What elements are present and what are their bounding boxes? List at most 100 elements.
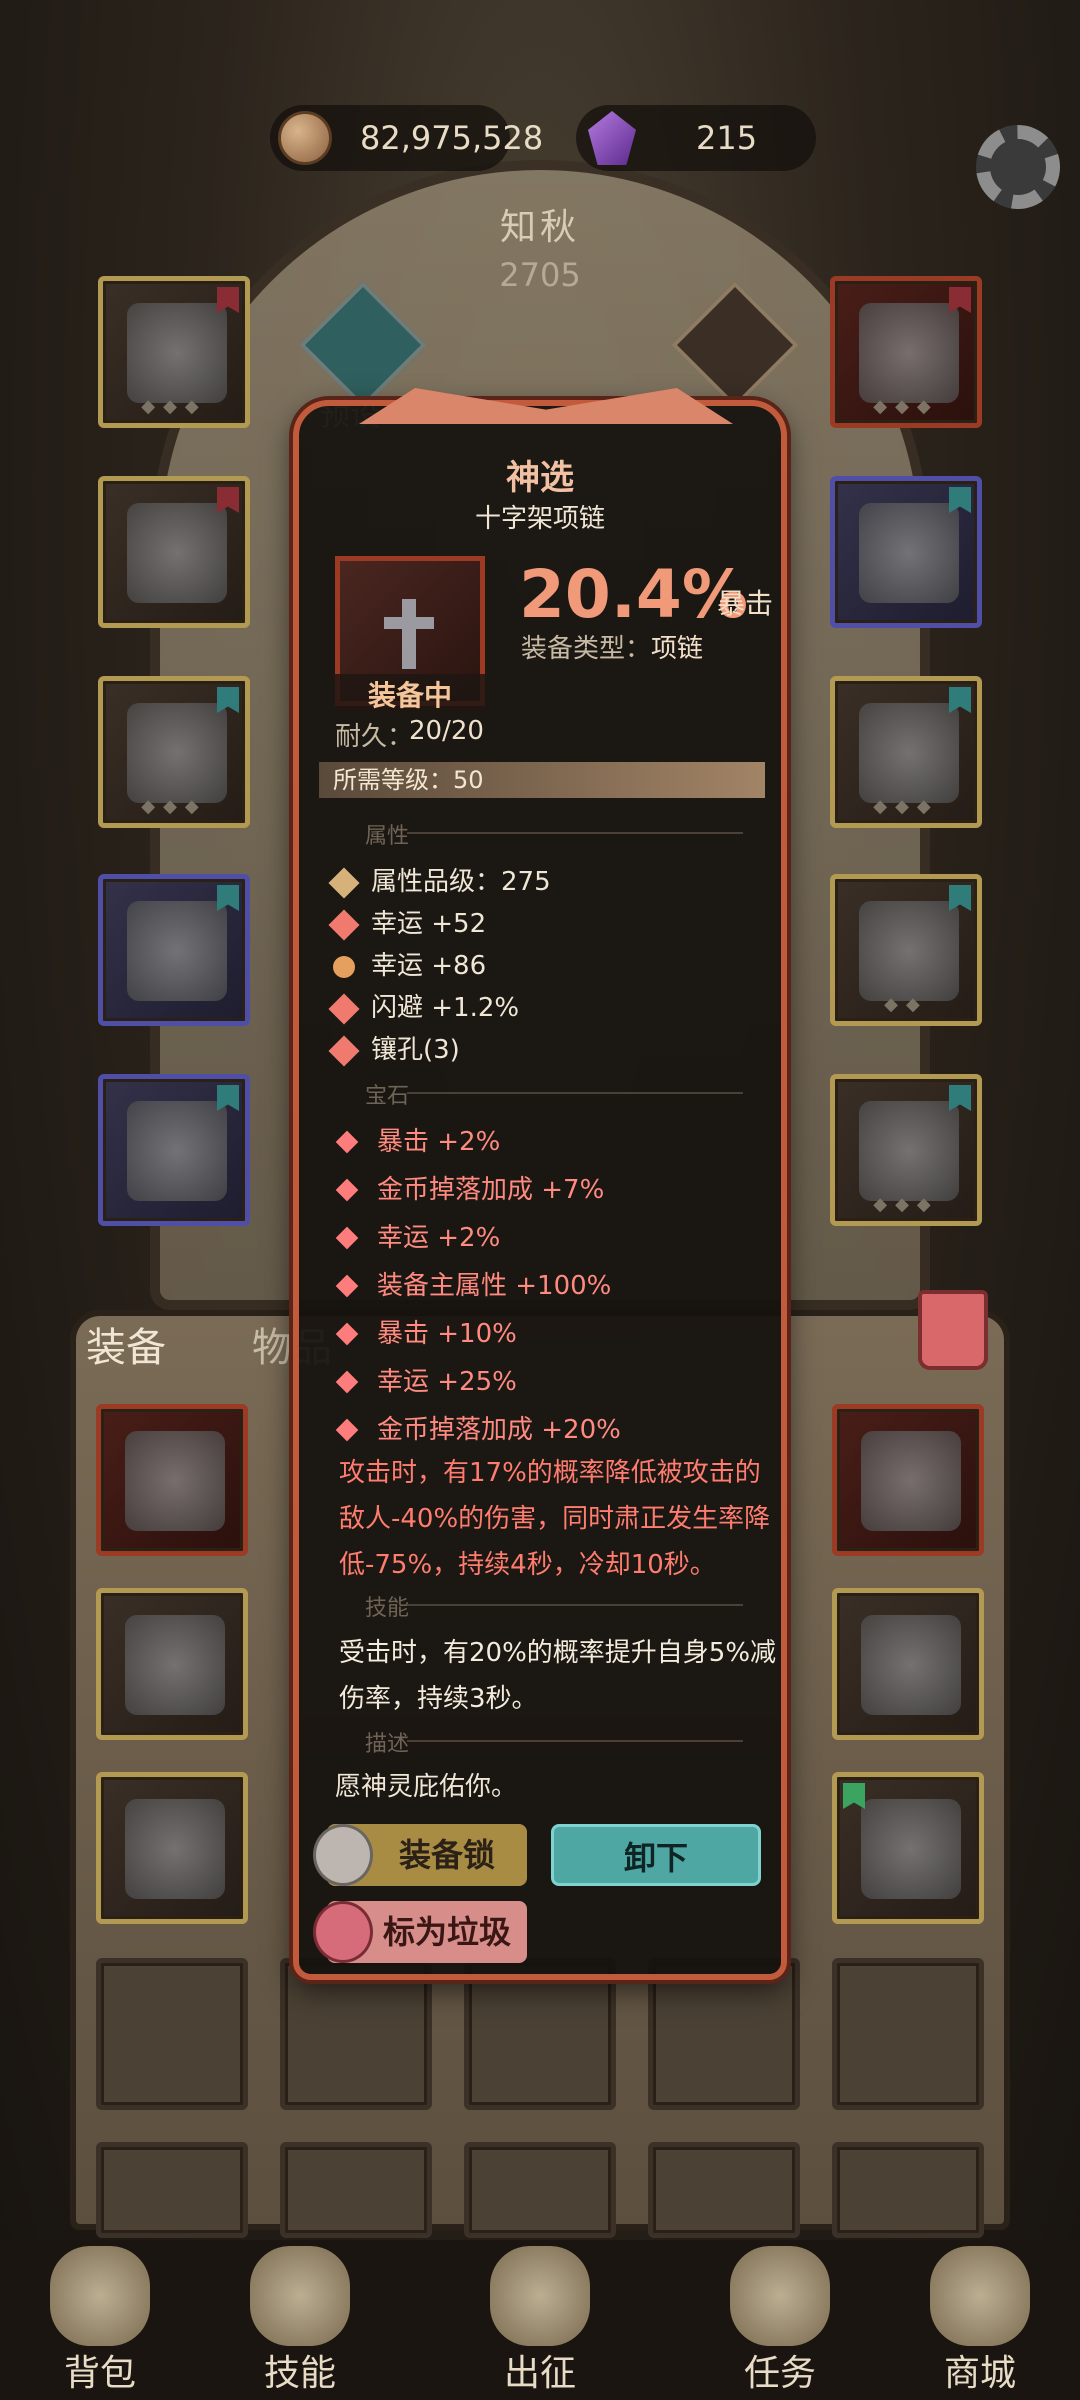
nav-shop[interactable]: 商城 <box>880 2240 1080 2400</box>
nav-expedition[interactable]: 出征 <box>440 2240 640 2400</box>
inventory-slot-empty[interactable] <box>832 1958 984 2110</box>
required-level: 所需等级：50 <box>319 762 765 798</box>
section-header-description: 描述 <box>333 1726 763 1757</box>
sparkle-icon <box>335 1418 359 1442</box>
inventory-slot-empty[interactable] <box>280 1958 432 2110</box>
gem-stat-row: 暴击 +2% <box>335 1121 501 1158</box>
grade-badge <box>217 1085 239 1111</box>
item-name: 十字架项链 <box>474 504 605 534</box>
equip-slot-offhand[interactable]: ◆◆◆ <box>830 1074 982 1226</box>
armor-icon <box>861 1431 961 1531</box>
inventory-slot-empty[interactable] <box>280 2142 432 2238</box>
inventory-slot-empty[interactable] <box>648 1958 800 2110</box>
equip-slot-boots[interactable] <box>98 1074 250 1226</box>
grade-badge <box>949 687 971 713</box>
inventory-slot-empty[interactable] <box>648 2142 800 2238</box>
equip-slot-helmet[interactable]: ◆◆◆ <box>98 276 250 428</box>
gem-stat-row: 金币掉落加成 +7% <box>335 1169 605 1206</box>
skill-book-icon <box>250 2246 350 2346</box>
equip-slot-ring[interactable] <box>830 476 982 628</box>
gold-coin-icon <box>278 111 332 165</box>
attribute-text: 幸运 +86 <box>371 951 487 981</box>
gem-stat-text: 装备主属性 +100% <box>377 1271 612 1301</box>
bottom-navigation: 背包 技能 出征 任务 商城 <box>0 2240 1080 2400</box>
armor-icon <box>127 503 227 603</box>
gem-stat-text: 金币掉落加成 +20% <box>377 1415 621 1445</box>
gloves-icon <box>127 703 227 803</box>
equipped-status: 装备中 <box>335 674 485 714</box>
skill-effect-text: 受击时，有20%的概率提升自身5%减伤率，持续3秒。 <box>339 1638 777 1714</box>
inventory-slot-empty[interactable] <box>464 1958 616 2110</box>
grade-badge <box>949 287 971 313</box>
gem-stat-row: 暴击 +10% <box>335 1313 517 1350</box>
gauntlet-icon <box>125 1799 225 1899</box>
unequip-button[interactable]: 卸下 <box>551 1824 761 1886</box>
divider <box>407 1092 743 1094</box>
sparkle-icon <box>335 1178 359 1202</box>
inventory-slot[interactable] <box>96 1772 248 1924</box>
gem-stat-text: 暴击 +10% <box>377 1319 517 1349</box>
nav-tasks[interactable]: 任务 <box>680 2240 880 2400</box>
gold-amount: 82,975,528 <box>360 119 544 157</box>
cross-necklace-icon <box>859 303 959 403</box>
inventory-slot[interactable] <box>96 1588 248 1740</box>
nav-label: 背包 <box>63 2353 136 2394</box>
gem-stat-row: 装备主属性 +100% <box>335 1265 612 1302</box>
shield-icon <box>859 1101 959 1201</box>
settings-gear-icon[interactable] <box>976 125 1060 209</box>
inventory-slot[interactable] <box>96 1404 248 1556</box>
chain-necklace-icon <box>125 1615 225 1715</box>
inventory-slot-empty[interactable] <box>96 2142 248 2238</box>
attribute-row: 幸运 +86 <box>328 945 487 983</box>
lock-icon <box>313 1824 373 1886</box>
nav-backpack[interactable]: 背包 <box>0 2240 200 2400</box>
divider <box>407 1740 743 1742</box>
gem-effect-text: 攻击时，有17%的概率降低被攻击的敌人-40%的伤害，同时肃正发生率降低-75%… <box>339 1458 771 1580</box>
equip-slot-necklace[interactable]: ◆◆◆ <box>830 276 982 428</box>
inventory-slot[interactable] <box>832 1404 984 1556</box>
tab-equipment[interactable]: 装备 <box>86 1315 166 1373</box>
trash-bin-icon[interactable] <box>918 1290 988 1370</box>
inventory-slot-empty[interactable] <box>464 2142 616 2238</box>
gem-stat-text: 幸运 +25% <box>377 1367 517 1397</box>
ring-icon <box>859 503 959 603</box>
equip-slot-gloves[interactable]: ◆◆◆ <box>98 676 250 828</box>
attribute-row: 幸运 +52 <box>328 903 487 941</box>
top-bar: 82,975,528 215 <box>0 105 1080 175</box>
equip-slot-armor[interactable] <box>98 476 250 628</box>
socket-icon <box>328 1034 360 1067</box>
attribute-row: 属性品级：275 <box>328 861 551 899</box>
attribute-text: 镶孔(3) <box>371 1035 460 1065</box>
section-label: 宝石 <box>365 1084 410 1109</box>
gem-stat-row: 金币掉落加成 +20% <box>335 1409 621 1446</box>
gem-sockets: ◆◆ <box>884 994 928 1015</box>
gem-stat-text: 暴击 +2% <box>377 1127 501 1157</box>
gem-stat-text: 金币掉落加成 +7% <box>377 1175 605 1205</box>
gem-sockets: ◆◆◆ <box>873 1194 939 1215</box>
durability-label: 耐久： <box>335 722 414 752</box>
inventory-slot[interactable] <box>832 1588 984 1740</box>
equip-slot-pants[interactable] <box>98 874 250 1026</box>
gem-display: 215 <box>576 105 816 171</box>
staff-icon <box>859 901 959 1001</box>
equipment-lock-button[interactable]: 装备锁 <box>313 1824 527 1886</box>
mark-as-trash-button[interactable]: 标为垃圾 <box>313 1901 527 1963</box>
main-stat-value: 20.4% <box>519 556 748 633</box>
gem-sockets: ◆◆◆ <box>141 396 207 417</box>
sparkle-icon <box>335 1274 359 1298</box>
scroll-icon <box>730 2246 830 2346</box>
grade-badge <box>217 487 239 513</box>
sword-map-icon <box>490 2246 590 2346</box>
button-label: 标为垃圾 <box>382 1913 511 1951</box>
nav-skills[interactable]: 技能 <box>200 2240 400 2400</box>
equip-slot-amulet[interactable]: ◆◆◆ <box>830 676 982 828</box>
inventory-slot-empty[interactable] <box>832 2142 984 2238</box>
equip-slot-weapon[interactable]: ◆◆ <box>830 874 982 1026</box>
inventory-slot[interactable] <box>832 1772 984 1924</box>
inventory-slot-empty[interactable] <box>96 1958 248 2110</box>
item-quality-title: 神选 <box>506 458 574 498</box>
attribute-text: 幸运 +52 <box>371 909 487 939</box>
boots-icon <box>127 1101 227 1201</box>
lotus-icon <box>328 866 360 899</box>
section-header-attributes: 属性 <box>333 818 763 849</box>
